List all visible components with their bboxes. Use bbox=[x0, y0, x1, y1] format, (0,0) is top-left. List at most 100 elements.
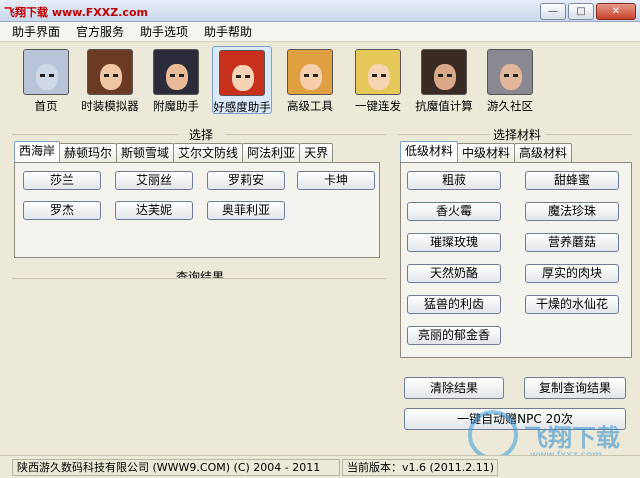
npc-button-5[interactable]: 达芙妮 bbox=[115, 201, 193, 220]
avatar-face bbox=[232, 65, 254, 91]
menu-official-service[interactable]: 官方服务 bbox=[68, 22, 132, 42]
material-button-8[interactable]: 猛兽的利齿 bbox=[407, 295, 501, 314]
avatar-eye bbox=[313, 74, 318, 77]
material-button-4[interactable]: 璀璨玫瑰 bbox=[407, 233, 501, 252]
avatar-face bbox=[434, 64, 456, 90]
npc-tab-4[interactable]: 阿法利亚 bbox=[242, 143, 301, 162]
window-title: 飞翔下载 www.FXXZ.com bbox=[4, 6, 148, 19]
watermark-logo-icon bbox=[468, 410, 518, 460]
material-group-line-left bbox=[398, 134, 490, 135]
toolbar-label: 抗魔值计算 bbox=[415, 99, 473, 113]
npc-tab-2[interactable]: 斯顿雪域 bbox=[116, 143, 175, 162]
avatar-face bbox=[36, 64, 58, 90]
menu-bar: 助手界面 官方服务 助手选项 助手帮助 bbox=[0, 22, 640, 42]
toolbar-label: 首页 bbox=[34, 99, 58, 113]
toolbar-button-2[interactable]: 附魔助手 bbox=[146, 46, 206, 114]
avatar-eye bbox=[40, 74, 45, 77]
avatar-eye bbox=[104, 74, 109, 77]
toolbar-label: 好感度助手 bbox=[213, 100, 271, 114]
close-button[interactable]: ✕ bbox=[596, 3, 636, 20]
avatar-eye bbox=[513, 74, 518, 77]
material-button-2[interactable]: 香火霉 bbox=[407, 202, 501, 221]
avatar-eye bbox=[381, 74, 386, 77]
copy-results-button[interactable]: 复制查询结果 bbox=[524, 377, 626, 399]
material-panel: 粗菽 甜蜂蜜香火霉 魔法珍珠璀璨玫瑰 营养蘑菇天然奶酪 厚实的肉块猛兽的利齿 干燥的水仙花… bbox=[400, 162, 632, 358]
npc-button-4[interactable]: 罗杰 bbox=[23, 201, 101, 220]
material-button-6[interactable]: 天然奶酪 bbox=[407, 264, 501, 283]
material-button-3[interactable]: 魔法珍珠 bbox=[525, 202, 619, 221]
character-avatar-icon bbox=[87, 49, 133, 95]
clear-results-button[interactable]: 清除结果 bbox=[404, 377, 504, 399]
npc-tab-0[interactable]: 西海岸 bbox=[14, 141, 61, 162]
toolbar-label: 一键连发 bbox=[355, 99, 401, 113]
toolbar-label: 时装模拟器 bbox=[81, 99, 139, 113]
avatar-eye bbox=[304, 74, 309, 77]
toolbar-button-0[interactable]: 首页 bbox=[16, 46, 76, 114]
avatar-face bbox=[368, 64, 390, 90]
material-group-line-right bbox=[546, 134, 632, 135]
status-version: 当前版本：v1.6 (2011.2.11) bbox=[342, 459, 498, 476]
material-tabs: 低级材料 中级材料 高级材料 bbox=[400, 141, 573, 162]
character-avatar-icon bbox=[421, 49, 467, 95]
npc-button-0[interactable]: 莎兰 bbox=[23, 171, 101, 190]
npc-button-2[interactable]: 罗莉安 bbox=[207, 171, 285, 190]
avatar-face bbox=[300, 64, 322, 90]
menu-assistant-ui[interactable]: 助手界面 bbox=[4, 22, 68, 42]
avatar-face bbox=[100, 64, 122, 90]
material-button-1[interactable]: 甜蜂蜜 bbox=[525, 171, 619, 190]
avatar-eye bbox=[245, 75, 250, 78]
toolbar-button-1[interactable]: 时装模拟器 bbox=[80, 46, 140, 114]
toolbar: 首页 时装模拟器 附魔助手 好感度助手 高级工具 一键连发 抗魔值计算 游久社区 bbox=[0, 44, 640, 116]
avatar-eye bbox=[179, 74, 184, 77]
npc-button-3[interactable]: 卡坤 bbox=[297, 171, 375, 190]
character-avatar-icon bbox=[487, 49, 533, 95]
material-button-10[interactable]: 亮丽的郁金香 bbox=[407, 326, 501, 345]
toolbar-button-3[interactable]: 好感度助手 bbox=[212, 46, 272, 114]
character-avatar-icon bbox=[23, 49, 69, 95]
toolbar-button-4[interactable]: 高级工具 bbox=[280, 46, 340, 114]
npc-tab-5[interactable]: 天界 bbox=[299, 143, 334, 162]
npc-panel: 莎兰 艾丽丝 罗莉安 卡坤罗杰 达芙妮 奥菲利亚 bbox=[14, 162, 380, 258]
avatar-eye bbox=[113, 74, 118, 77]
toolbar-button-7[interactable]: 游久社区 bbox=[480, 46, 540, 114]
material-tab-2[interactable]: 高级材料 bbox=[514, 143, 573, 162]
material-button-0[interactable]: 粗菽 bbox=[407, 171, 501, 190]
material-button-9[interactable]: 干燥的水仙花 bbox=[525, 295, 619, 314]
avatar-eye bbox=[504, 74, 509, 77]
toolbar-button-5[interactable]: 一键连发 bbox=[348, 46, 408, 114]
npc-button-1[interactable]: 艾丽丝 bbox=[115, 171, 193, 190]
avatar-eye bbox=[372, 74, 377, 77]
avatar-face bbox=[500, 64, 522, 90]
avatar-eye bbox=[170, 74, 175, 77]
menu-assistant-help[interactable]: 助手帮助 bbox=[196, 22, 260, 42]
watermark-brand: 飞翔下载 bbox=[524, 424, 620, 452]
npc-group-line-right bbox=[226, 134, 386, 135]
window-controls: — □ ✕ bbox=[540, 3, 636, 20]
npc-tab-1[interactable]: 赫顿玛尔 bbox=[59, 143, 118, 162]
toolbar-button-6[interactable]: 抗魔值计算 bbox=[414, 46, 474, 114]
character-avatar-icon bbox=[219, 50, 265, 96]
npc-tabs: 西海岸 赫顿玛尔 斯顿雪域 艾尔文防线 阿法利亚 天界 bbox=[14, 141, 334, 162]
query-results-area bbox=[12, 278, 386, 450]
minimize-button[interactable]: — bbox=[540, 3, 566, 20]
character-avatar-icon bbox=[287, 49, 333, 95]
npc-group-line-left bbox=[12, 134, 178, 135]
material-tab-0[interactable]: 低级材料 bbox=[400, 141, 459, 162]
status-company: 陕西游久数码科技有限公司 (WWW9.COM) (C) 2004 - 2011 bbox=[12, 459, 340, 476]
avatar-eye bbox=[438, 74, 443, 77]
avatar-eye bbox=[49, 74, 54, 77]
avatar-face bbox=[166, 64, 188, 90]
material-button-5[interactable]: 营养蘑菇 bbox=[525, 233, 619, 252]
material-group-title: 选择材料 bbox=[492, 128, 541, 142]
toolbar-label: 高级工具 bbox=[287, 99, 333, 113]
status-bar: 陕西游久数码科技有限公司 (WWW9.COM) (C) 2004 - 2011 … bbox=[0, 455, 640, 478]
material-tab-1[interactable]: 中级材料 bbox=[457, 143, 516, 162]
maximize-button[interactable]: □ bbox=[568, 3, 594, 20]
title-bar: 飞翔下载 www.FXXZ.com — □ ✕ bbox=[0, 0, 640, 22]
material-button-7[interactable]: 厚实的肉块 bbox=[525, 264, 619, 283]
avatar-eye bbox=[447, 74, 452, 77]
npc-tab-3[interactable]: 艾尔文防线 bbox=[173, 143, 244, 162]
toolbar-label: 附魔助手 bbox=[153, 99, 199, 113]
npc-button-6[interactable]: 奥菲利亚 bbox=[207, 201, 285, 220]
menu-assistant-options[interactable]: 助手选项 bbox=[132, 22, 196, 42]
